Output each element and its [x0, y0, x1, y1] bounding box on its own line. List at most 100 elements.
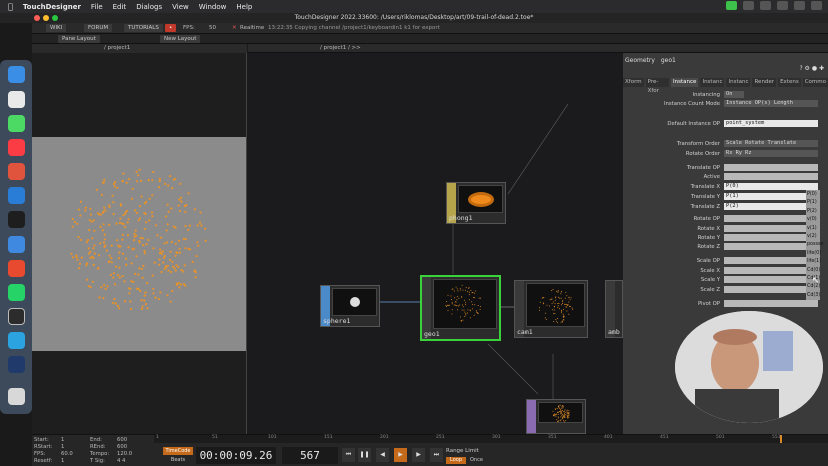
- maximize-window-button[interactable]: [52, 15, 58, 21]
- dropdown-item[interactable]: Cd(0): [807, 268, 820, 273]
- param-field[interactable]: On: [724, 91, 744, 98]
- status-icon[interactable]: [760, 1, 771, 10]
- timecode-toggle[interactable]: TimeCode: [163, 447, 193, 455]
- figma-icon[interactable]: [8, 211, 25, 228]
- dropdown-item[interactable]: P(1): [807, 200, 817, 205]
- node-phong1[interactable]: phong1: [446, 182, 506, 224]
- dropdown-item[interactable]: v(2): [807, 234, 817, 239]
- app-icon[interactable]: [8, 260, 25, 277]
- param-field[interactable]: [724, 276, 818, 283]
- trash-icon[interactable]: [8, 388, 25, 405]
- stat-value[interactable]: 600: [117, 444, 127, 450]
- param-field[interactable]: Scale Rotate Translate: [724, 140, 818, 147]
- playhead[interactable]: [780, 435, 782, 443]
- music-icon[interactable]: [8, 139, 25, 156]
- chrome-icon[interactable]: [8, 91, 25, 108]
- menu-view[interactable]: View: [172, 3, 189, 11]
- node-render[interactable]: [526, 399, 586, 434]
- telegram-icon[interactable]: [8, 332, 25, 349]
- stat-value[interactable]: 4 4: [117, 458, 125, 464]
- app-icon[interactable]: [8, 163, 25, 180]
- timeline-ruler[interactable]: 151101151201251301351401451501551600: [154, 435, 828, 443]
- network-editor[interactable]: [248, 44, 623, 434]
- menu-dialogs[interactable]: Dialogs: [136, 3, 162, 11]
- tab-render[interactable]: Render: [752, 78, 777, 87]
- param-field[interactable]: [724, 173, 818, 180]
- dropdown-item[interactable]: P(2): [807, 209, 817, 214]
- param-field[interactable]: P(0): [724, 183, 818, 190]
- pane-layout-button[interactable]: Pane Layout: [58, 35, 100, 43]
- status-icon[interactable]: [743, 1, 754, 10]
- finder-icon[interactable]: [8, 66, 25, 83]
- forum-button[interactable]: FORUM: [84, 24, 113, 32]
- param-field[interactable]: [724, 164, 818, 171]
- touchdesigner-icon[interactable]: [8, 308, 25, 325]
- node-cam1[interactable]: cam1: [514, 280, 588, 338]
- dropdown-item[interactable]: Cd(3): [807, 293, 820, 298]
- param-field[interactable]: Instance OP(s) Length: [724, 100, 818, 107]
- param-field[interactable]: [724, 234, 818, 241]
- messages-icon[interactable]: [8, 115, 25, 132]
- close-window-button[interactable]: [34, 15, 40, 21]
- node-amb[interactable]: amb: [605, 280, 623, 338]
- mail-icon[interactable]: [8, 236, 25, 253]
- param-field[interactable]: [724, 225, 818, 232]
- tab-instance-3[interactable]: Instanc: [726, 78, 751, 87]
- render-viewer[interactable]: [32, 137, 246, 351]
- close-icon[interactable]: ✕: [232, 24, 237, 33]
- vscode-icon[interactable]: [8, 187, 25, 204]
- stat-value[interactable]: 1: [61, 458, 64, 464]
- param-field[interactable]: [724, 257, 818, 264]
- stat-value[interactable]: 1: [61, 437, 64, 443]
- frame-display[interactable]: 567: [282, 447, 338, 464]
- param-field[interactable]: [724, 300, 818, 307]
- tab-common[interactable]: Commo: [802, 78, 828, 87]
- param-field[interactable]: Rx Ry Rz: [724, 150, 818, 157]
- tab-instance[interactable]: Instance: [671, 78, 699, 87]
- stat-value[interactable]: 1: [61, 444, 64, 450]
- param-field[interactable]: [724, 243, 818, 250]
- wiki-button[interactable]: WIKI: [46, 24, 67, 32]
- control-center-icon[interactable]: [811, 1, 822, 10]
- dropdown-item[interactable]: v(0): [807, 217, 817, 222]
- new-layout-button[interactable]: New Layout: [160, 35, 201, 43]
- apple-icon[interactable]: : [8, 2, 13, 11]
- dropdown-item[interactable]: life(1): [807, 259, 821, 264]
- rewind-button[interactable]: ⏮: [342, 448, 355, 462]
- camera-icon[interactable]: [726, 1, 737, 10]
- beats-toggle[interactable]: Beats: [163, 456, 193, 464]
- dropdown-item[interactable]: life(0): [807, 251, 821, 256]
- menu-file[interactable]: File: [91, 3, 103, 11]
- panel-icons[interactable]: ? ⚙ ● ✚: [799, 65, 824, 72]
- stat-value[interactable]: 60.0: [61, 451, 73, 457]
- step-forward-button[interactable]: ▶: [412, 448, 425, 462]
- menu-app-name[interactable]: TouchDesigner: [23, 3, 81, 11]
- once-toggle[interactable]: Once: [470, 457, 483, 463]
- tutorials-button[interactable]: TUTORIALS: [124, 24, 163, 32]
- menu-window[interactable]: Window: [199, 3, 227, 11]
- step-back-button[interactable]: ◀: [376, 448, 389, 462]
- param-field[interactable]: [724, 286, 818, 293]
- param-field[interactable]: [724, 267, 818, 274]
- dropdown-item[interactable]: possso: [807, 242, 823, 247]
- menu-edit[interactable]: Edit: [113, 3, 127, 11]
- menu-help[interactable]: Help: [236, 3, 252, 11]
- param-field[interactable]: P(2): [724, 203, 818, 210]
- node-geo1[interactable]: geo1: [420, 275, 501, 341]
- alert-badge[interactable]: •: [165, 24, 177, 32]
- stat-value[interactable]: 120.0: [117, 451, 132, 457]
- timecode-display[interactable]: 00:00:09.26: [196, 447, 276, 464]
- param-field[interactable]: [724, 215, 818, 222]
- whatsapp-icon[interactable]: [8, 284, 25, 301]
- tab-xform[interactable]: Xform: [623, 78, 644, 87]
- forward-button[interactable]: ⏭: [430, 448, 443, 462]
- op-name[interactable]: geo1: [661, 57, 676, 64]
- wifi-icon[interactable]: [777, 1, 788, 10]
- tab-extensions[interactable]: Extens: [778, 78, 801, 87]
- tab-pre-xform[interactable]: Pre-Xfor: [645, 78, 670, 94]
- stat-value[interactable]: 600: [117, 437, 127, 443]
- pause-button[interactable]: ❚❚: [358, 448, 371, 462]
- search-icon[interactable]: [794, 1, 805, 10]
- app-icon[interactable]: [8, 356, 25, 373]
- realtime-toggle[interactable]: Realtime: [240, 24, 264, 33]
